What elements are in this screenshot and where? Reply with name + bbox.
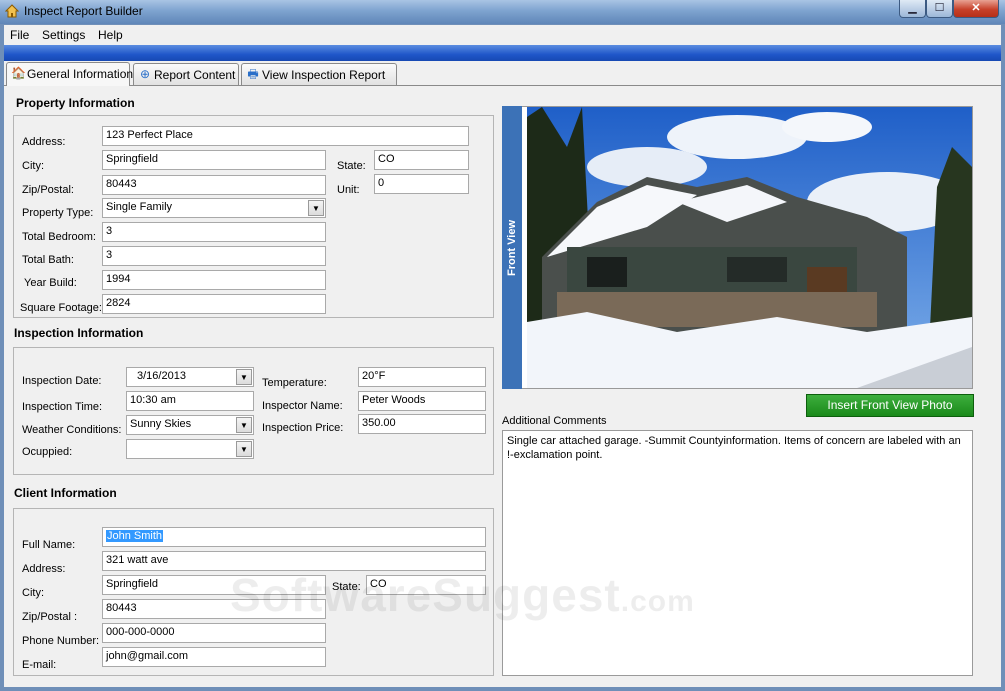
front-view-photo (527, 107, 972, 388)
house-icon: 🏠 (11, 66, 26, 80)
front-view-photo-frame (502, 106, 973, 389)
window-title: Inspect Report Builder (24, 4, 143, 18)
temperature-input[interactable]: 20°F (358, 367, 486, 387)
zip-label: Zip/Postal: (22, 184, 74, 196)
property-address-input[interactable]: 123 Perfect Place (102, 126, 469, 146)
year-label: Year Build: (24, 277, 77, 289)
header-strip (4, 45, 1001, 61)
property-type-label: Property Type: (22, 207, 94, 219)
additional-comments-label: Additional Comments (502, 415, 607, 427)
email-label: E-mail: (22, 659, 57, 671)
address-label: Address: (22, 136, 66, 148)
square-footage-input[interactable]: 2824 (102, 294, 326, 314)
client-full-name-input[interactable]: John Smith (102, 527, 486, 547)
minimize-button[interactable]: ▁ (899, 0, 926, 18)
watermark-suffix: .com (620, 585, 695, 618)
printer-icon: 🖶 (247, 67, 259, 81)
inspection-section-title: Inspection Information (14, 326, 144, 340)
year-build-input[interactable]: 1994 (102, 270, 326, 290)
inspector-name-label: Inspector Name: (262, 400, 343, 412)
city-label: City: (22, 160, 44, 172)
tab-label: General Information (27, 67, 134, 81)
property-section-title: Property Information (16, 96, 135, 110)
client-city-label: City: (22, 587, 44, 599)
inspection-price-input[interactable]: 350.00 (358, 414, 486, 434)
client-zip-label: Zip/Postal : (22, 611, 78, 623)
inspection-time-label: Inspection Time: (22, 401, 103, 413)
inspection-price-label: Inspection Price: (262, 422, 344, 434)
additional-comments-textarea[interactable]: Single car attached garage. -Summit Coun… (502, 430, 973, 676)
tab-divider (4, 85, 1001, 86)
chevron-down-icon[interactable]: ▼ (236, 417, 252, 433)
weather-select[interactable]: Sunny Skies ▼ (126, 415, 254, 435)
client-email-input[interactable]: john@gmail.com (102, 647, 326, 667)
front-view-side-label: Front View (502, 106, 522, 389)
inspection-time-input[interactable]: 10:30 am (126, 391, 254, 411)
total-bedroom-input[interactable]: 3 (102, 222, 326, 242)
tab-report-content[interactable]: ⊕ Report Content (133, 63, 239, 85)
occupied-select[interactable]: ▼ (126, 439, 254, 459)
menu-help[interactable]: Help (98, 28, 123, 42)
property-zip-input[interactable]: 80443 (102, 175, 326, 195)
inspection-date-value: 3/16/2013 (137, 370, 186, 382)
inspection-date-picker[interactable]: 3/16/2013 ▼ (126, 367, 254, 387)
property-city-input[interactable]: Springfield (102, 150, 326, 170)
property-state-input[interactable]: CO (374, 150, 469, 170)
chevron-down-icon[interactable]: ▼ (236, 441, 252, 457)
close-button[interactable]: ✕ (953, 0, 999, 18)
bath-label: Total Bath: (22, 254, 74, 266)
front-view-label-text: Front View (506, 219, 518, 276)
occupied-label: Ocuppied: (22, 446, 73, 458)
add-content-icon: ⊕ (139, 67, 151, 81)
property-unit-input[interactable]: 0 (374, 174, 469, 194)
client-full-name-selected-text: John Smith (106, 530, 164, 542)
watermark-main: SoftwareSuggest (230, 569, 621, 621)
sqft-label: Square Footage: (20, 302, 102, 314)
chevron-down-icon[interactable]: ▼ (236, 369, 252, 385)
temperature-label: Temperature: (262, 377, 327, 389)
watermark: SoftwareSuggest.com (230, 568, 695, 622)
property-type-value: Single Family (106, 201, 173, 213)
total-bath-input[interactable]: 3 (102, 246, 326, 266)
tab-general-information[interactable]: 🏠 General Information (6, 62, 134, 86)
menu-bar: File Settings Help (4, 25, 1001, 45)
menu-file[interactable]: File (10, 28, 29, 42)
title-bar[interactable]: Inspect Report Builder ▁ ☐ ✕ (0, 0, 1005, 24)
property-type-select[interactable]: Single Family ▼ (102, 198, 326, 218)
app-house-icon (5, 4, 19, 18)
weather-value: Sunny Skies (130, 418, 192, 430)
weather-label: Weather Conditions: (22, 424, 122, 436)
maximize-button[interactable]: ☐ (926, 0, 953, 18)
bedroom-label: Total Bedroom: (22, 231, 96, 243)
client-section-title: Client Information (14, 486, 117, 500)
menu-settings[interactable]: Settings (42, 28, 85, 42)
tab-label: View Inspection Report (262, 68, 386, 82)
phone-label: Phone Number: (22, 635, 100, 647)
insert-front-view-photo-button[interactable]: Insert Front View Photo (806, 394, 974, 417)
state-label: State: (337, 160, 366, 172)
chevron-down-icon[interactable]: ▼ (308, 200, 324, 216)
inspector-name-input[interactable]: Peter Woods (358, 391, 486, 411)
inspection-date-label: Inspection Date: (22, 375, 102, 387)
unit-label: Unit: (337, 184, 360, 196)
tab-view-inspection-report[interactable]: 🖶 View Inspection Report (241, 63, 397, 85)
client-address-label: Address: (22, 563, 66, 575)
tab-label: Report Content (154, 68, 236, 82)
client-phone-input[interactable]: 000-000-0000 (102, 623, 326, 643)
full-name-label: Full Name: (22, 539, 76, 551)
